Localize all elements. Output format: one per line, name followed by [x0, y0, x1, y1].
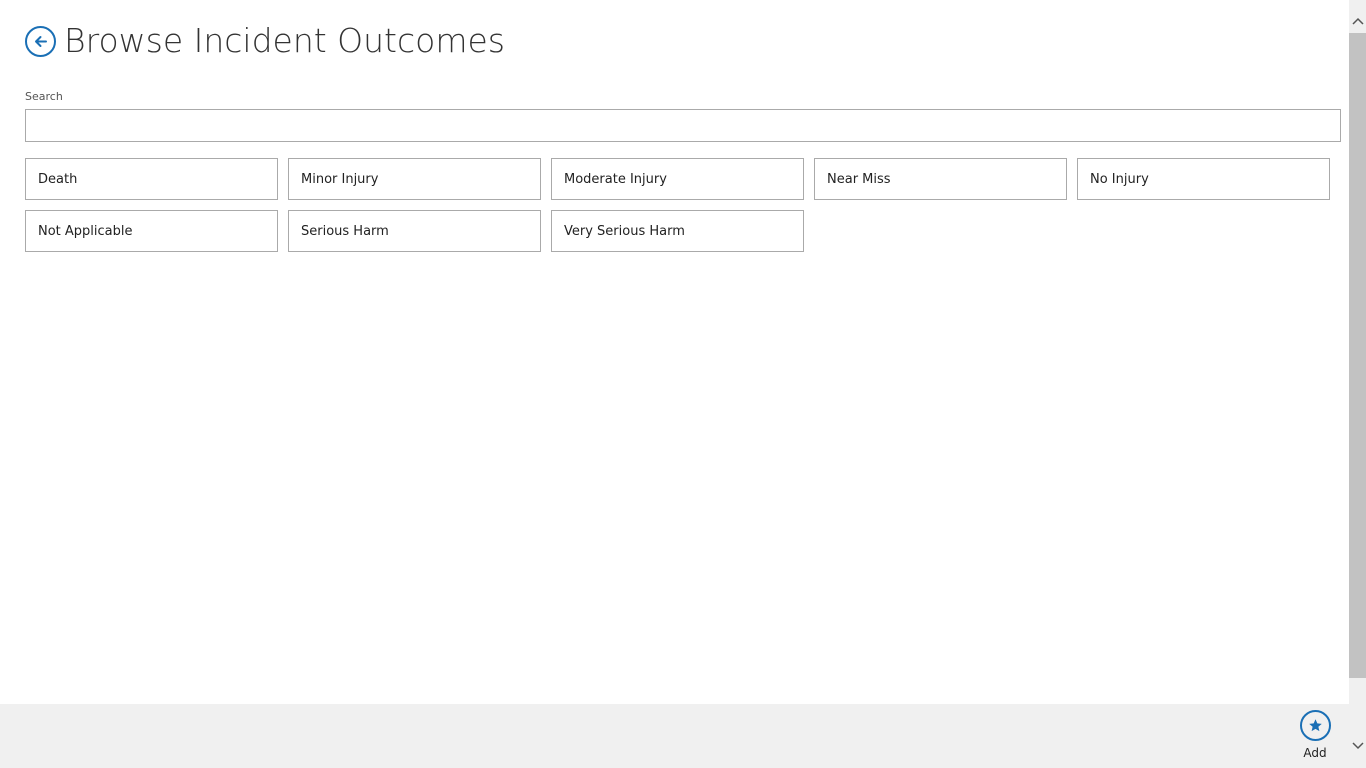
- chevron-down-icon: [1351, 742, 1364, 750]
- search-input[interactable]: [25, 109, 1341, 142]
- add-button[interactable]: Add: [1294, 710, 1336, 760]
- search-label: Search: [25, 90, 63, 103]
- outcome-tile-serious-harm[interactable]: Serious Harm: [288, 210, 541, 252]
- back-button[interactable]: [25, 25, 56, 57]
- scroll-up-button[interactable]: [1349, 11, 1366, 31]
- outcome-grid: Death Minor Injury Moderate Injury Near …: [25, 158, 1340, 252]
- page: Browse Incident Outcomes Search Death Mi…: [0, 0, 1366, 768]
- page-header: Browse Incident Outcomes: [25, 18, 505, 64]
- outcome-tile-minor-injury[interactable]: Minor Injury: [288, 158, 541, 200]
- outcome-tile-near-miss[interactable]: Near Miss: [814, 158, 1067, 200]
- outcome-tile-very-serious-harm[interactable]: Very Serious Harm: [551, 210, 804, 252]
- back-arrow-icon: [35, 35, 47, 47]
- add-button-label: Add: [1303, 746, 1327, 760]
- outcome-tile-death[interactable]: Death: [25, 158, 278, 200]
- page-title: Browse Incident Outcomes: [64, 21, 505, 60]
- outcome-tile-moderate-injury[interactable]: Moderate Injury: [551, 158, 804, 200]
- chevron-up-icon: [1351, 17, 1364, 25]
- app-bar: Add: [0, 704, 1349, 768]
- scroll-down-button[interactable]: [1349, 736, 1366, 756]
- vertical-scrollbar[interactable]: [1349, 0, 1366, 768]
- scrollbar-thumb[interactable]: [1349, 33, 1366, 678]
- star-icon: [1308, 719, 1322, 732]
- outcome-tile-no-injury[interactable]: No Injury: [1077, 158, 1330, 200]
- outcome-tile-not-applicable[interactable]: Not Applicable: [25, 210, 278, 252]
- add-button-icon-ring: [1299, 710, 1331, 741]
